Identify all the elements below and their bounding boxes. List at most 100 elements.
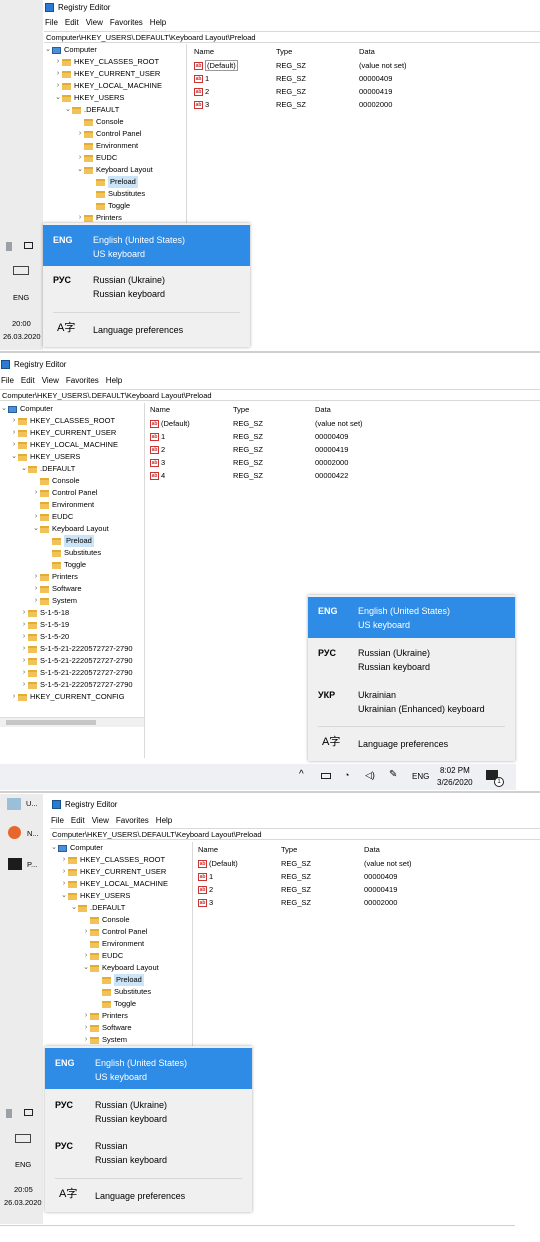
lang-option-rus-ukraine[interactable]: РУС Russian (Ukraine) Russian keyboard: [43, 267, 250, 309]
tree-hkcr[interactable]: › HKEY_CLASSES_ROOT: [10, 415, 115, 427]
tree-system[interactable]: › System: [32, 595, 77, 607]
menu-favorites[interactable]: Favorites: [110, 18, 143, 27]
col-type[interactable]: Type: [281, 844, 297, 856]
col-name[interactable]: Name: [150, 404, 170, 416]
app-icon[interactable]: [6, 242, 12, 251]
menu-file[interactable]: File: [51, 816, 64, 825]
tree-keyboard-layout[interactable]: ⌄ Keyboard Layout: [76, 164, 153, 176]
value-row[interactable]: ab 4: [150, 469, 165, 482]
col-name[interactable]: Name: [194, 46, 214, 58]
tree-environment[interactable]: Environment: [32, 499, 94, 511]
value-row[interactable]: ab 2: [194, 85, 209, 98]
tree-hkcu[interactable]: › HKEY_CURRENT_USER: [60, 866, 166, 878]
clock-time[interactable]: 20:00: [12, 319, 31, 328]
tree-console[interactable]: Console: [82, 914, 130, 926]
photos-icon[interactable]: [8, 858, 22, 870]
firefox-icon[interactable]: [8, 826, 21, 839]
tree-substitutes[interactable]: Substitutes: [44, 547, 101, 559]
value-row[interactable]: ab (Default): [150, 417, 190, 430]
tree-substitutes[interactable]: Substitutes: [94, 986, 151, 998]
wifi-icon[interactable]: ◔: [344, 770, 349, 780]
language-preferences-link[interactable]: A字 Language preferences: [45, 1185, 252, 1207]
menu-favorites[interactable]: Favorites: [66, 376, 99, 385]
tree-preload[interactable]: Preload: [88, 176, 138, 188]
lang-option-rus-ukraine[interactable]: РУС Russian (Ukraine) Russian keyboard: [45, 1091, 252, 1133]
tree-hkcr[interactable]: › HKEY_CLASSES_ROOT: [60, 854, 165, 866]
tree-console[interactable]: Console: [32, 475, 80, 487]
value-row[interactable]: ab 3: [150, 456, 165, 469]
menu-edit[interactable]: Edit: [65, 18, 79, 27]
lang-option-eng[interactable]: ENG English (United States) US keyboard: [308, 597, 515, 638]
tree-environment[interactable]: Environment: [76, 140, 138, 152]
tree-default[interactable]: ⌄ .DEFAULT: [64, 104, 119, 116]
taskbar-lang-indicator[interactable]: ENG: [412, 772, 429, 781]
tree-s-1-5-20[interactable]: › S-1-5-20: [20, 631, 69, 643]
col-data[interactable]: Data: [359, 46, 375, 58]
tree-hku[interactable]: ⌄ HKEY_USERS: [60, 890, 130, 902]
tree-hklm[interactable]: › HKEY_LOCAL_MACHINE: [54, 80, 162, 92]
tree-hkcr[interactable]: › HKEY_CLASSES_ROOT: [54, 56, 159, 68]
value-row[interactable]: ab 3: [198, 896, 213, 909]
scrollbar-thumb[interactable]: [6, 720, 96, 725]
language-preferences-link[interactable]: A字 Language preferences: [308, 733, 515, 755]
value-row[interactable]: ab 1: [150, 430, 165, 443]
side-app-label[interactable]: U...: [26, 799, 38, 808]
menu-edit[interactable]: Edit: [21, 376, 35, 385]
lang-option-eng[interactable]: ENG English (United States) US keyboard: [45, 1048, 252, 1089]
tree-s-1-5-19[interactable]: › S-1-5-19: [20, 619, 69, 631]
tree-preload[interactable]: Preload: [94, 974, 144, 986]
tree-software[interactable]: › Software: [82, 1022, 132, 1034]
tree-s-1-5-18[interactable]: › S-1-5-18: [20, 607, 69, 619]
volume-icon[interactable]: ◁): [365, 770, 375, 781]
tree-substitutes[interactable]: Substitutes: [88, 188, 145, 200]
clock-date[interactable]: 26.03.2020: [3, 332, 41, 341]
address-bar[interactable]: Computer\HKEY_USERS\.DEFAULT\Keyboard La…: [0, 389, 540, 401]
tree-control-panel[interactable]: › Control Panel: [82, 926, 148, 938]
tree-sid-c[interactable]: › S-1-5-21-2220572727-2790: [20, 667, 133, 679]
tree-preload[interactable]: Preload: [44, 535, 94, 547]
col-type[interactable]: Type: [233, 404, 249, 416]
side-app-label[interactable]: N...: [27, 829, 39, 838]
menu-view[interactable]: View: [86, 18, 103, 27]
keyboard-icon[interactable]: [15, 1134, 31, 1143]
language-preferences-link[interactable]: A字 Language preferences: [43, 319, 250, 341]
tree-hku[interactable]: ⌄ HKEY_USERS: [10, 451, 80, 463]
tree-toggle[interactable]: Toggle: [94, 998, 136, 1010]
address-bar[interactable]: Computer\HKEY_USERS\.DEFAULT\Keyboard La…: [50, 828, 540, 840]
tree-hku[interactable]: ⌄ HKEY_USERS: [54, 92, 124, 104]
tray-square-icon[interactable]: [24, 1109, 33, 1116]
tree-printers[interactable]: › Printers: [82, 1010, 128, 1022]
col-type[interactable]: Type: [276, 46, 292, 58]
lang-option-eng[interactable]: ENG English (United States) US keyboard: [43, 225, 250, 266]
chevron-up-icon[interactable]: ^: [299, 769, 304, 780]
value-row[interactable]: ab 2: [198, 883, 213, 896]
tree-keyboard-layout[interactable]: ⌄ Keyboard Layout: [32, 523, 109, 535]
lang-option-ukr[interactable]: УКР Ukrainian Ukrainian (Enhanced) keybo…: [308, 682, 515, 724]
value-row[interactable]: ab 1: [194, 72, 209, 85]
side-app-label[interactable]: P...: [27, 860, 37, 869]
side-lang-indicator[interactable]: ENG: [15, 1160, 31, 1169]
tree-sid-a[interactable]: › S-1-5-21-2220572727-2790: [20, 643, 133, 655]
pen-icon[interactable]: ✎: [389, 769, 397, 780]
tree-keyboard-layout[interactable]: ⌄ Keyboard Layout: [82, 962, 159, 974]
value-row[interactable]: ab (Default): [194, 59, 238, 72]
keyboard-icon[interactable]: [13, 266, 29, 275]
col-data[interactable]: Data: [364, 844, 380, 856]
menu-help[interactable]: Help: [106, 376, 122, 385]
clock-date[interactable]: 3/26/2020: [437, 778, 473, 787]
app-icon[interactable]: [7, 798, 21, 810]
clock-time[interactable]: 8:02 PM: [440, 766, 470, 775]
tree-software[interactable]: › Software: [32, 583, 82, 595]
tree-system[interactable]: › System: [82, 1034, 127, 1046]
lang-option-rus[interactable]: РУС Russian Russian keyboard: [45, 1133, 252, 1175]
col-data[interactable]: Data: [315, 404, 331, 416]
side-lang-indicator[interactable]: ENG: [13, 293, 29, 302]
menu-file[interactable]: File: [45, 18, 58, 27]
tree-hkcc[interactable]: › HKEY_CURRENT_CONFIG: [10, 691, 125, 703]
address-bar[interactable]: Computer\HKEY_USERS\.DEFAULT\Keyboard La…: [44, 31, 540, 43]
app-icon[interactable]: [6, 1109, 12, 1118]
value-row[interactable]: ab (Default): [198, 857, 238, 870]
menu-help[interactable]: Help: [156, 816, 172, 825]
tree-toggle[interactable]: Toggle: [88, 200, 130, 212]
tree-eudc[interactable]: › EUDC: [32, 511, 73, 523]
